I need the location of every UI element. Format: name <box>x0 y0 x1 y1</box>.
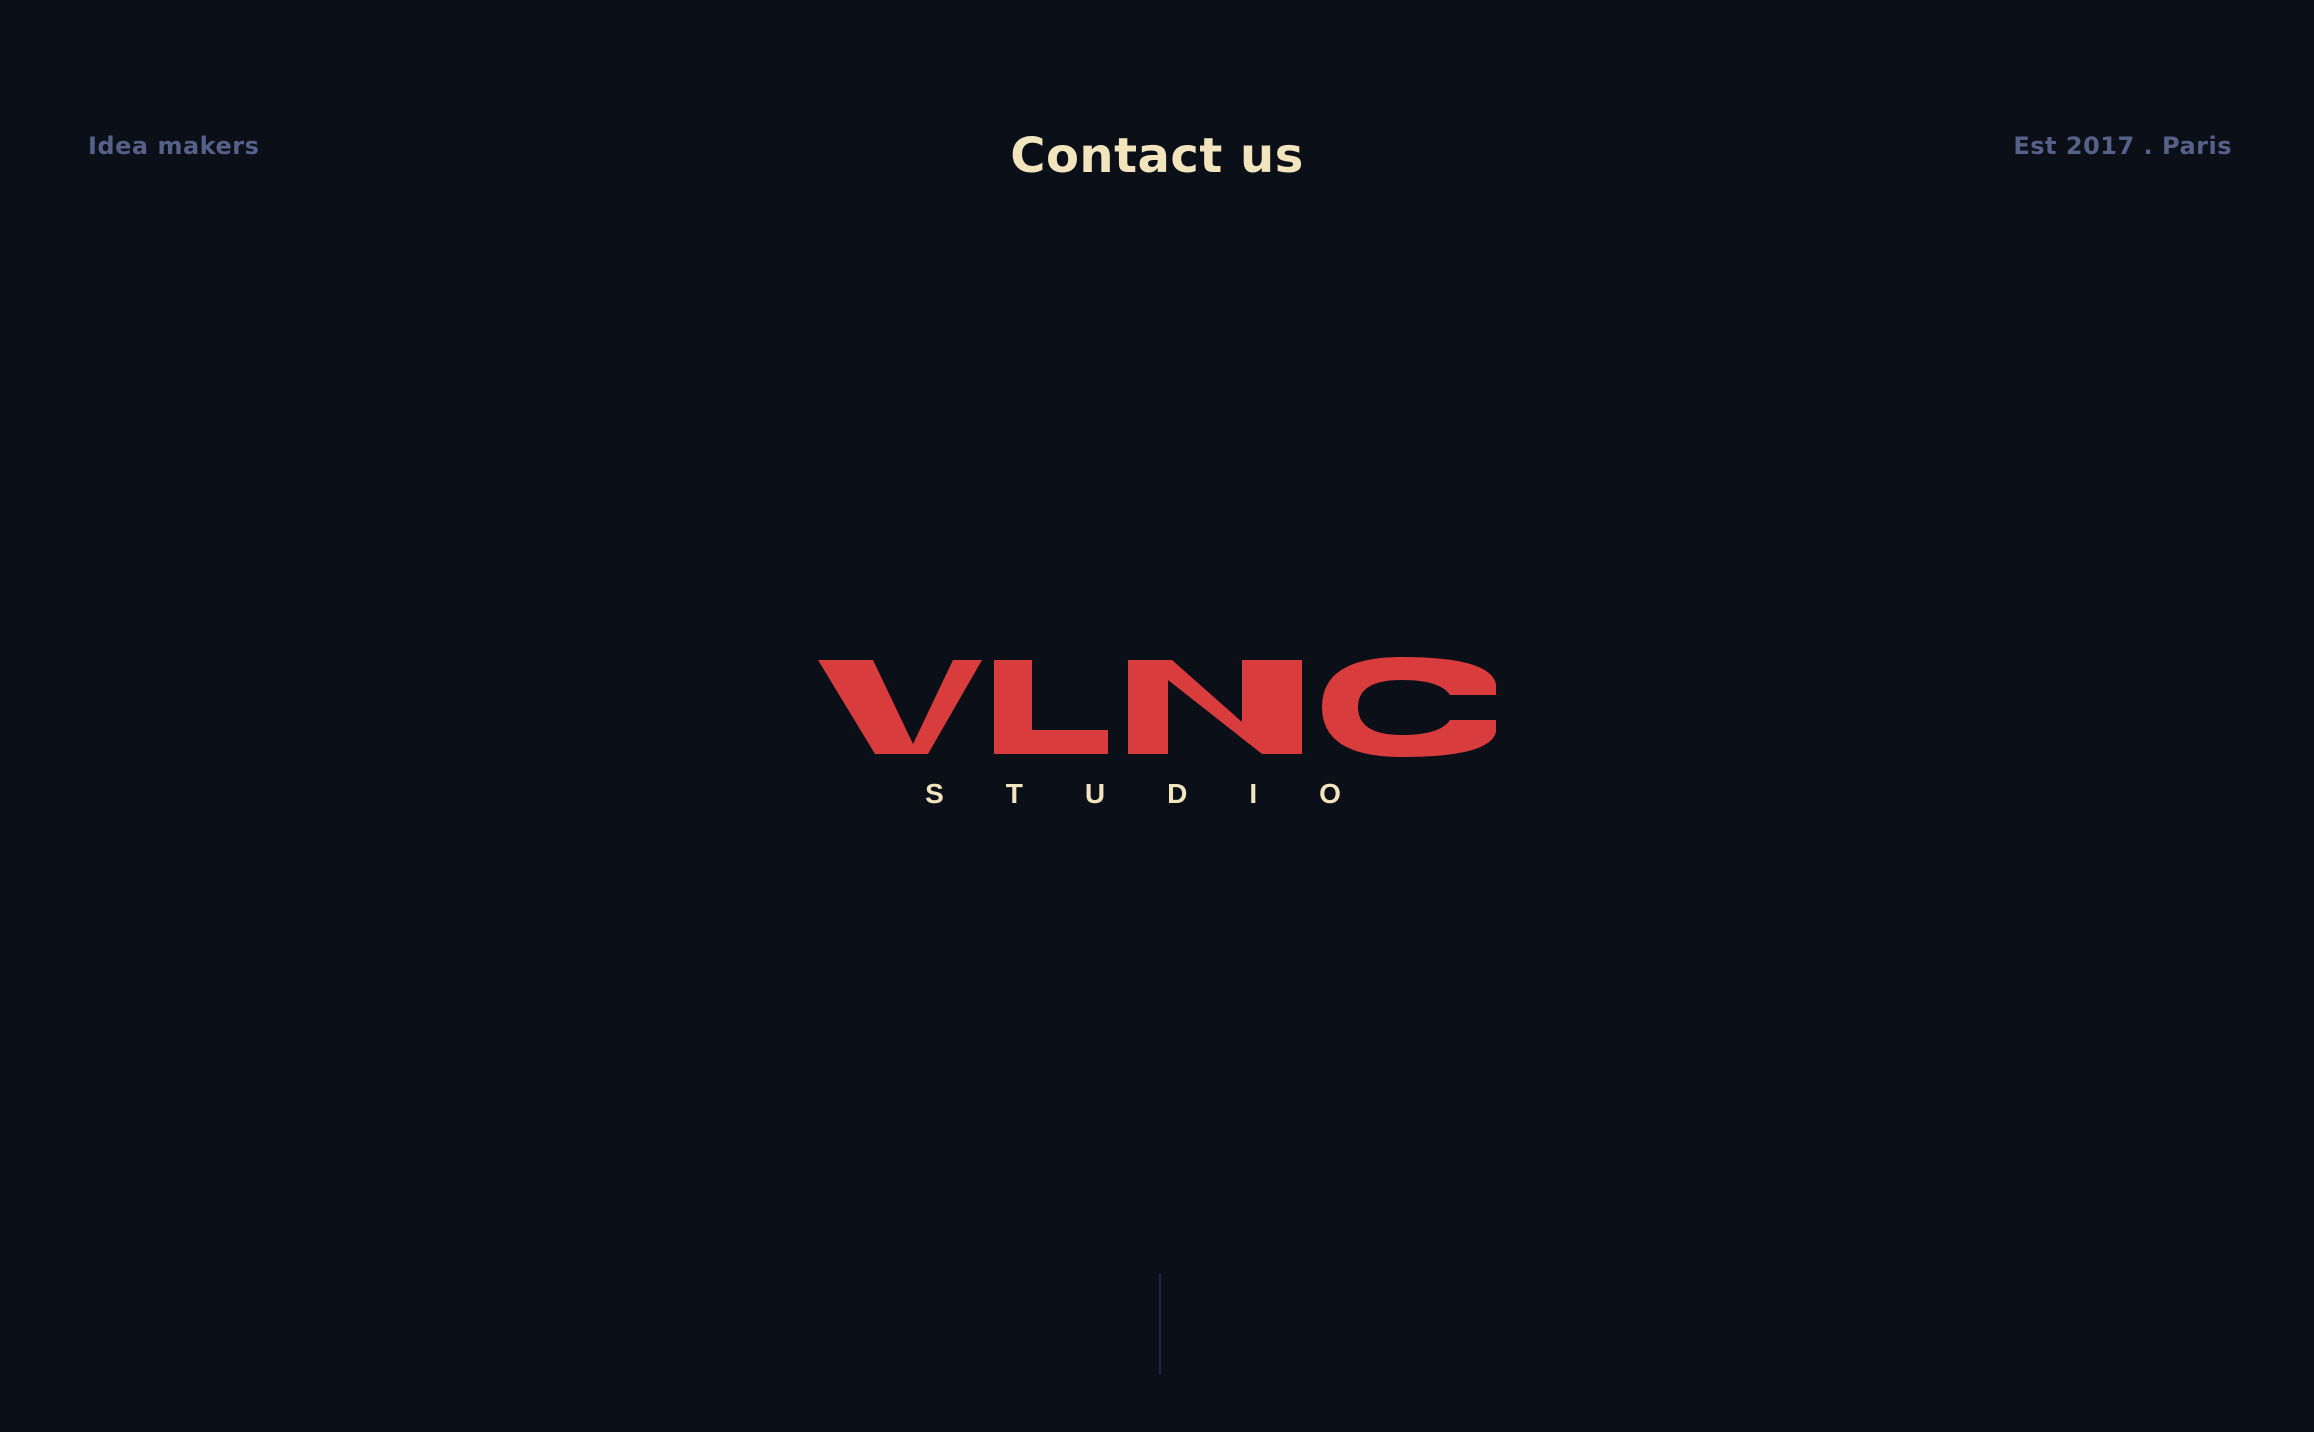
scroll-indicator-line <box>1159 1274 1161 1374</box>
logo-subtitle: STUDIO <box>925 778 1403 809</box>
studio-logo: STUDIO <box>810 640 1510 810</box>
studio-logo-graphic: STUDIO <box>818 657 1496 809</box>
contact-us-link[interactable]: Contact us <box>0 124 2314 188</box>
established-location: Est 2017 . Paris <box>2013 132 2232 160</box>
site-header: Idea makers Contact us Est 2017 . Paris <box>0 0 2314 220</box>
